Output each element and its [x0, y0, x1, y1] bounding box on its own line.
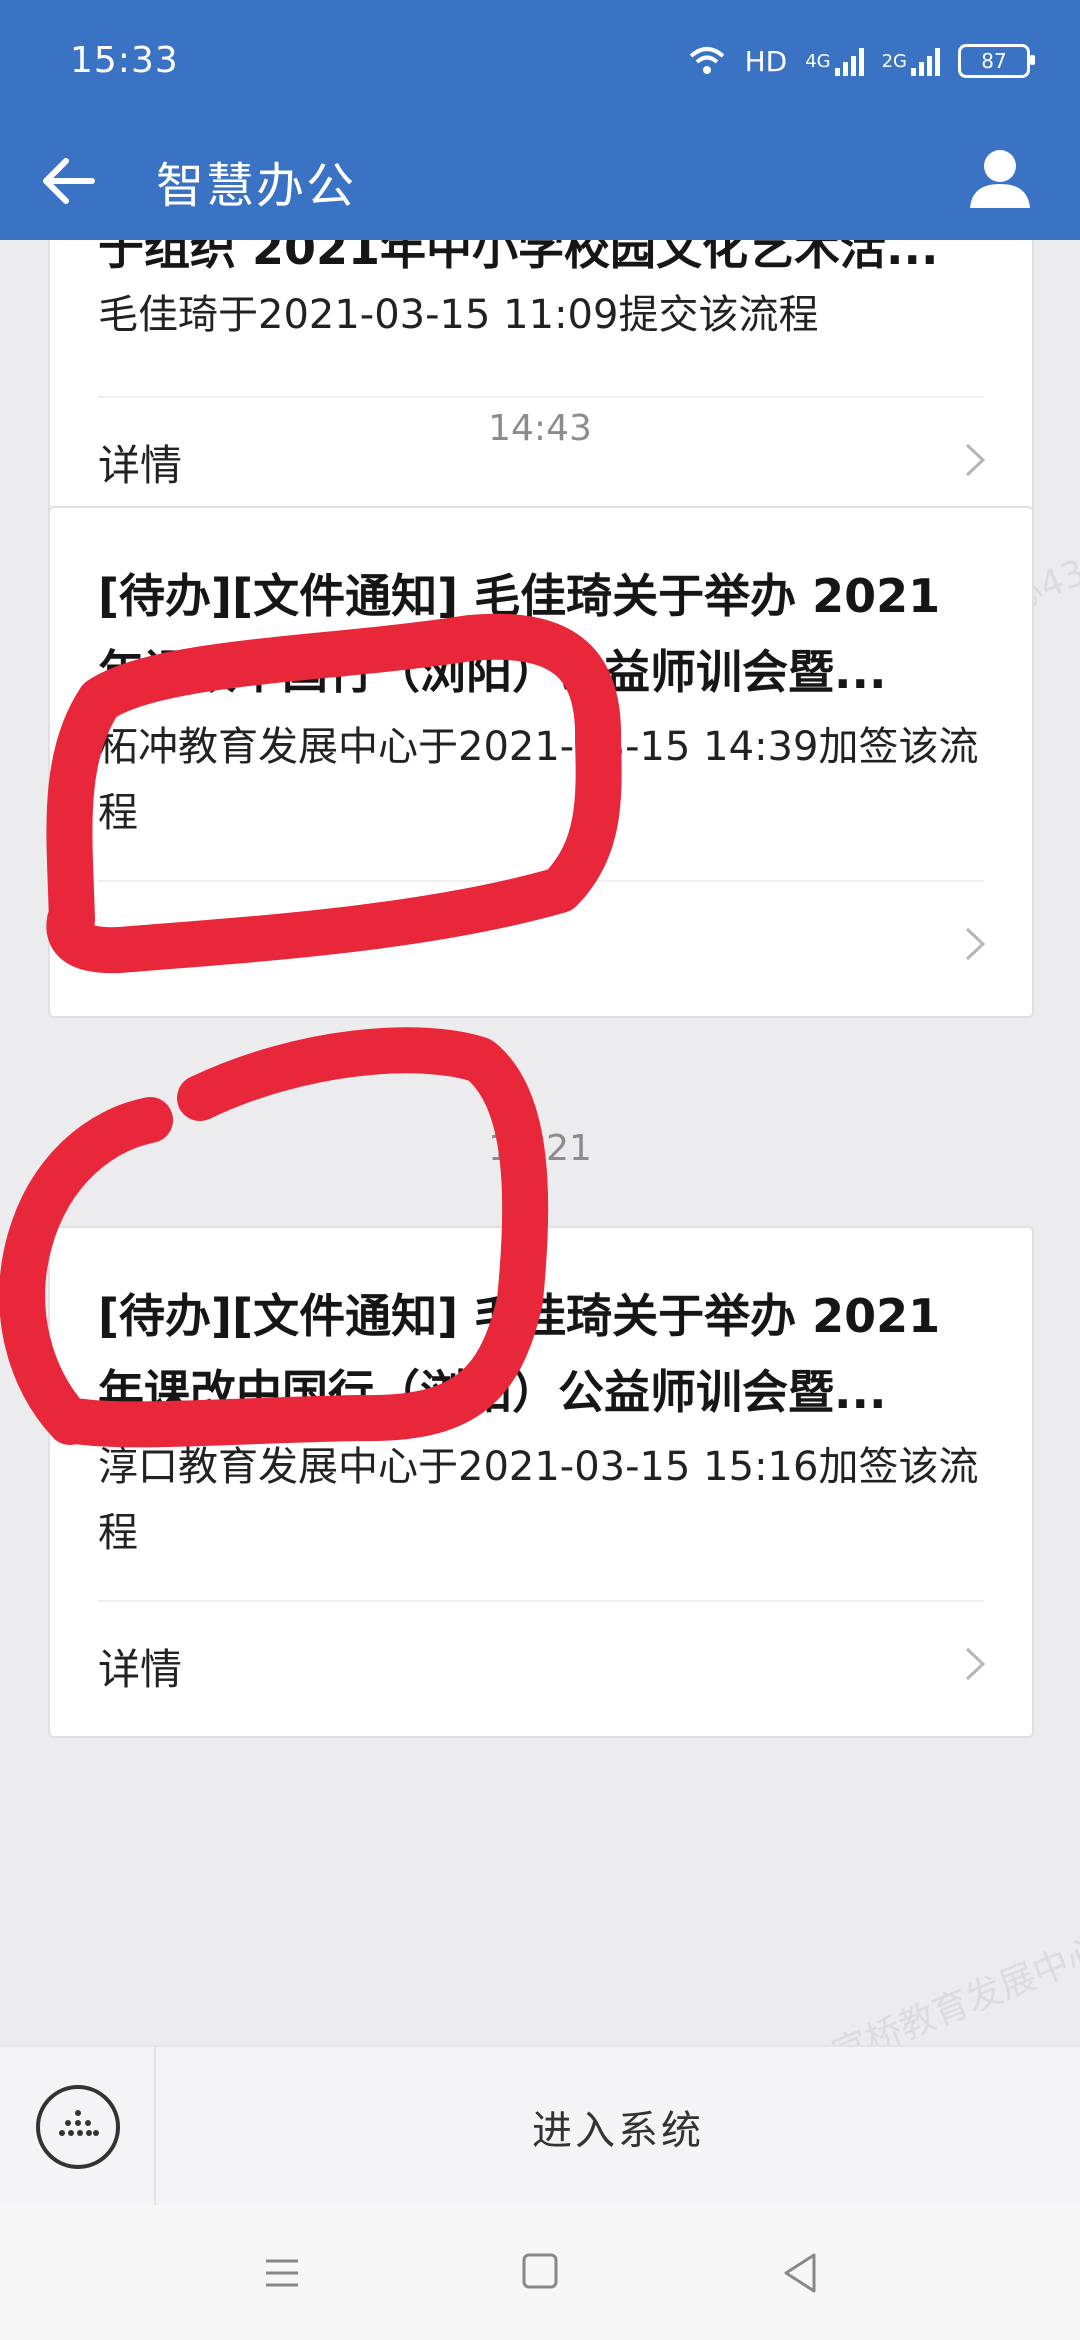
- enter-system-button[interactable]: 进入系统: [156, 2047, 1080, 2207]
- menu-lines-icon[interactable]: [252, 2245, 312, 2301]
- app-bar: 智慧办公: [0, 120, 1080, 240]
- chevron-right-icon[interactable]: [964, 1646, 986, 1682]
- card-divider: [98, 396, 984, 398]
- hd-label: HD: [744, 44, 788, 78]
- chevron-right-icon[interactable]: [964, 926, 986, 962]
- bottom-bar: 进入系统: [0, 2045, 1080, 2207]
- card-title-line1: [待办][文件通知] 毛佳琦关于举办 2021: [98, 569, 941, 623]
- message-timestamp: 15:21: [488, 1128, 592, 1169]
- card-title: 于组织 2021年中小学校园文化艺术活...: [98, 240, 939, 275]
- message-card[interactable]: [待办][文件通知] 毛佳琦关于举办 2021 年课改中国行（浏阳）公益师训会暨…: [48, 1226, 1034, 1738]
- page-title: 智慧办公: [156, 158, 357, 214]
- card-divider: [98, 880, 984, 882]
- message-card[interactable]: [待办][文件通知] 毛佳琦关于举办 2021 年课改中国行（浏阳）公益师训会暨…: [48, 506, 1034, 1018]
- wifi-icon: [689, 47, 724, 74]
- signal2-icon: [911, 46, 940, 76]
- card-subtitle: 淳口教育发展中心于2021-03-15 15:16加签该流程: [98, 1444, 979, 1556]
- system-nav-bar: [0, 2205, 1080, 2340]
- status-icons: HD 4G 2G 87: [687, 44, 1035, 78]
- grid-dots-icon: [59, 2110, 99, 2136]
- top-header: 15:33 HD 4G 2G 87 智慧办公: [0, 0, 1080, 240]
- home-square-icon[interactable]: [510, 2245, 570, 2301]
- signal1-label: 4G: [805, 50, 831, 72]
- card-subtitle: 柘冲教育发展中心于2021-03-15 14:39加签该流程: [98, 724, 979, 836]
- user-icon[interactable]: [960, 138, 1040, 218]
- detail-link[interactable]: 详情: [98, 1636, 182, 1697]
- arrow-left-icon[interactable]: [34, 146, 104, 216]
- signal-icon: [834, 46, 864, 76]
- detail-link[interactable]: 详情: [98, 916, 182, 977]
- card-title-line2: 年课改中国行（浏阳）公益师训会暨...: [98, 1365, 887, 1419]
- signal2-label: 2G: [881, 50, 907, 72]
- battery-icon: 87: [958, 44, 1035, 78]
- watermark: 官桥教育发展中心435: [826, 1903, 1080, 2045]
- status-time: 15:33: [70, 40, 179, 81]
- back-triangle-icon[interactable]: [770, 2245, 830, 2301]
- message-feed[interactable]: 官桥教育发展中心435 官桥教育发展中心435 官桥教育发展中心435 官桥教育…: [0, 240, 1080, 2045]
- status-bar: 15:33 HD 4G 2G 87: [0, 0, 1080, 120]
- card-title-line2: 年课改中国行（浏阳）公益师训会暨...: [98, 645, 887, 699]
- card-subtitle: 毛佳琦于2021-03-15 11:09提交该流程: [98, 292, 819, 338]
- card-title-line1: [待办][文件通知] 毛佳琦关于举办 2021: [98, 1289, 941, 1343]
- grid-menu-icon[interactable]: [36, 2085, 120, 2169]
- card-divider: [98, 1600, 984, 1602]
- message-timestamp: 14:43: [488, 408, 592, 449]
- battery-level: 87: [981, 49, 1007, 73]
